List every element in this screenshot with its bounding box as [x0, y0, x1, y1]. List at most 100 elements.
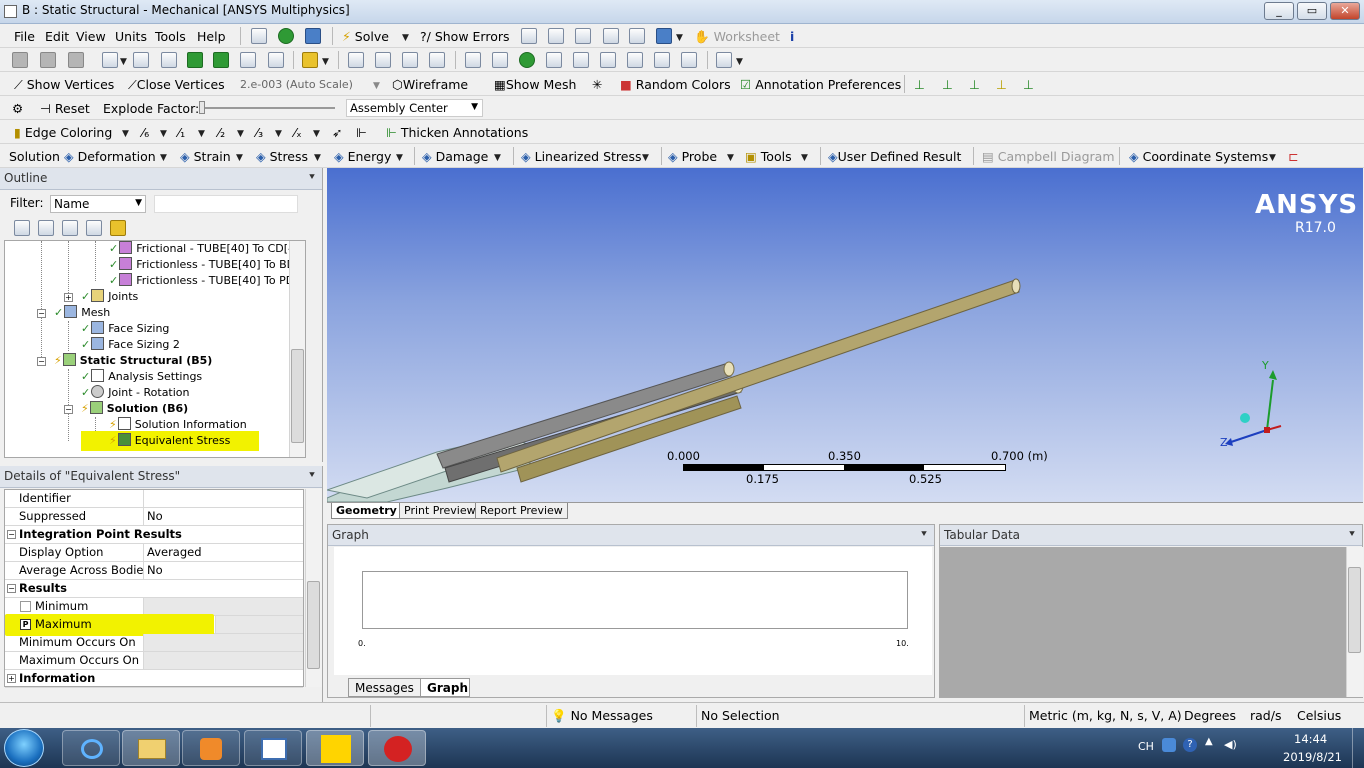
menu-tools[interactable]: Tools [155, 28, 186, 45]
status-units[interactable]: Metric (m, kg, N, s, V, A) [1024, 705, 1182, 727]
menu-help[interactable]: Help [197, 28, 226, 45]
taskbar-ansys-icon[interactable] [306, 730, 364, 766]
magnify-glass-icon[interactable] [546, 52, 562, 68]
info-icon[interactable]: i [790, 28, 794, 45]
detail-row-display-option[interactable]: Display Option Averaged [5, 544, 303, 562]
tube-upper[interactable] [496, 279, 1020, 473]
reset-button[interactable]: ⊣ Reset [40, 100, 90, 117]
tree-node-joints[interactable]: ✓ Joints [81, 289, 138, 305]
pencil-icon[interactable] [603, 28, 619, 44]
tree-scroll-thumb[interactable] [291, 349, 304, 443]
show-vertices-button[interactable]: ⟋ Show Vertices [14, 76, 114, 93]
coord-icon-5[interactable]: ⊥ [1023, 76, 1034, 93]
parameter-checkbox[interactable]: P [20, 619, 31, 630]
tray-arrow-icon[interactable]: ▲ [1205, 736, 1213, 747]
probe-dropdown-icon[interactable]: ▼ [727, 150, 734, 167]
viewport-layout-dropdown-icon[interactable]: ▼ [736, 54, 743, 71]
previous-view-icon[interactable] [600, 52, 616, 68]
text-annotation-icon[interactable] [629, 28, 645, 44]
show-desktop-button[interactable] [1352, 728, 1364, 768]
tab-graph[interactable]: Graph [420, 678, 470, 697]
details-scrollbar[interactable] [305, 489, 322, 687]
stress-dropdown-icon[interactable]: ▼ [314, 150, 321, 167]
script-icon[interactable] [251, 28, 267, 44]
detail-group-information[interactable]: + Information [5, 670, 303, 688]
collapse-icon[interactable]: − [7, 530, 16, 539]
detail-value[interactable]: Averaged [143, 544, 303, 561]
body-select-icon[interactable] [213, 52, 229, 68]
element-select-icon[interactable] [268, 52, 284, 68]
outline-pin-icon[interactable]: ⯆ [308, 168, 316, 188]
details-pin-icon[interactable]: ⯆ [308, 466, 316, 486]
detail-row-suppressed[interactable]: Suppressed No [5, 508, 303, 526]
tray-volume-icon[interactable]: ◀) [1224, 738, 1237, 751]
tools-dropdown-icon[interactable]: ▼ [801, 150, 808, 167]
wireframe-button[interactable]: ⬡Wireframe [392, 76, 468, 93]
expand-joints-icon[interactable]: + [64, 293, 73, 302]
xyz-icon[interactable] [68, 52, 84, 68]
tree-branch-icon[interactable] [62, 220, 78, 236]
filter-select[interactable]: Name ▼ [50, 195, 146, 213]
tree-node-solution[interactable]: ⚡ Solution (B6) [81, 401, 188, 417]
pick-icon[interactable] [40, 52, 56, 68]
edge-style-icon-2[interactable]: ⁄₁ [178, 124, 185, 141]
detail-value[interactable]: No [143, 562, 303, 579]
detail-row-average-across-bodies[interactable]: Average Across Bodies No [5, 562, 303, 580]
strain-button[interactable]: ◈ Strain [180, 148, 231, 165]
scale-dropdown-icon[interactable]: ▼ [373, 78, 380, 95]
menu-file[interactable]: File [14, 28, 35, 45]
status-degrees[interactable]: Degrees [1180, 705, 1240, 727]
show-errors-button[interactable]: ?/ Show Errors [420, 28, 510, 45]
edge-style-dropdown-5[interactable]: ▼ [313, 126, 320, 143]
detail-row-minimum-occurs-on[interactable]: Minimum Occurs On [5, 634, 303, 652]
close-vertices-button[interactable]: ⟋Close Vertices [128, 76, 225, 93]
edge-style-icon-5[interactable]: ⁄ₓ [294, 124, 302, 141]
next-view-icon[interactable] [627, 52, 643, 68]
thin-annotation-icon[interactable]: ⊩ [356, 124, 367, 141]
coordinate-systems-button[interactable]: ◈ Coordinate Systems [1129, 148, 1268, 165]
tab-report-preview[interactable]: Report Preview [475, 503, 568, 519]
image-icon[interactable] [656, 28, 672, 44]
folder-icon[interactable] [110, 220, 126, 236]
menu-view[interactable]: View [76, 28, 106, 45]
damage-button[interactable]: ◈ Damage [422, 148, 488, 165]
tag-icon[interactable] [681, 52, 697, 68]
zoom-to-fit-icon[interactable] [492, 52, 508, 68]
coordinate-systems-dropdown-icon[interactable]: ▼ [1269, 150, 1276, 167]
detail-group-results[interactable]: − Results [5, 580, 303, 598]
coord-icon-2[interactable]: ⊥ [942, 76, 953, 93]
edge-style-dropdown-4[interactable]: ▼ [275, 126, 282, 143]
assembly-center-select[interactable]: Assembly Center ▼ [346, 99, 483, 117]
strain-dropdown-icon[interactable]: ▼ [236, 150, 243, 167]
cube-dropdown-icon[interactable]: ▼ [322, 54, 329, 71]
triad-icon[interactable]: ✳ [592, 76, 602, 93]
detail-row-maximum-occurs-on[interactable]: Maximum Occurs On [5, 652, 303, 670]
menu-edit[interactable]: Edit [45, 28, 69, 45]
tree-node-joint-rotation[interactable]: ✓ Joint - Rotation [81, 385, 190, 401]
edge-coloring-dropdown-icon[interactable]: ▼ [122, 126, 129, 143]
table-icon[interactable] [521, 28, 537, 44]
refresh-icon[interactable] [14, 220, 30, 236]
status-rads[interactable]: rad/s [1246, 705, 1296, 727]
cube-icon[interactable] [302, 52, 318, 68]
menu-units[interactable]: Units [115, 28, 147, 45]
annotation-preferences-button[interactable]: ☑ Annotation Preferences [740, 76, 901, 93]
tree-node-frictionless-bd[interactable]: ✓ Frictionless - TUBE[40] To BD[39] [109, 257, 305, 273]
tabular-scroll-thumb[interactable] [1348, 567, 1361, 653]
zoom-box-icon[interactable] [429, 52, 445, 68]
taskbar-mechanical-icon[interactable] [368, 730, 426, 766]
edge-style-dropdown-3[interactable]: ▼ [237, 126, 244, 143]
deformation-dropdown-icon[interactable]: ▼ [160, 150, 167, 167]
cursor-dropdown-icon[interactable]: ▼ [120, 54, 127, 71]
linearized-stress-dropdown-icon[interactable]: ▼ [642, 150, 649, 167]
collapse-solution-icon[interactable]: − [64, 405, 73, 414]
coord-icon-4[interactable]: ⊥ [996, 76, 1007, 93]
edge-style-icon-4[interactable]: ⁄₃ [256, 124, 263, 141]
detail-row-identifier[interactable]: Identifier [5, 490, 303, 508]
solve-dropdown-icon[interactable]: ▼ [402, 30, 409, 47]
tray-help-icon[interactable]: ? [1183, 738, 1197, 752]
linearized-stress-button[interactable]: ◈ Linearized Stress [521, 148, 642, 165]
taskbar-language[interactable]: CH [1138, 740, 1154, 753]
tree-node-equivalent-stress[interactable]: ⚡ Equivalent Stress [109, 433, 230, 449]
damage-dropdown-icon[interactable]: ▼ [494, 150, 501, 167]
